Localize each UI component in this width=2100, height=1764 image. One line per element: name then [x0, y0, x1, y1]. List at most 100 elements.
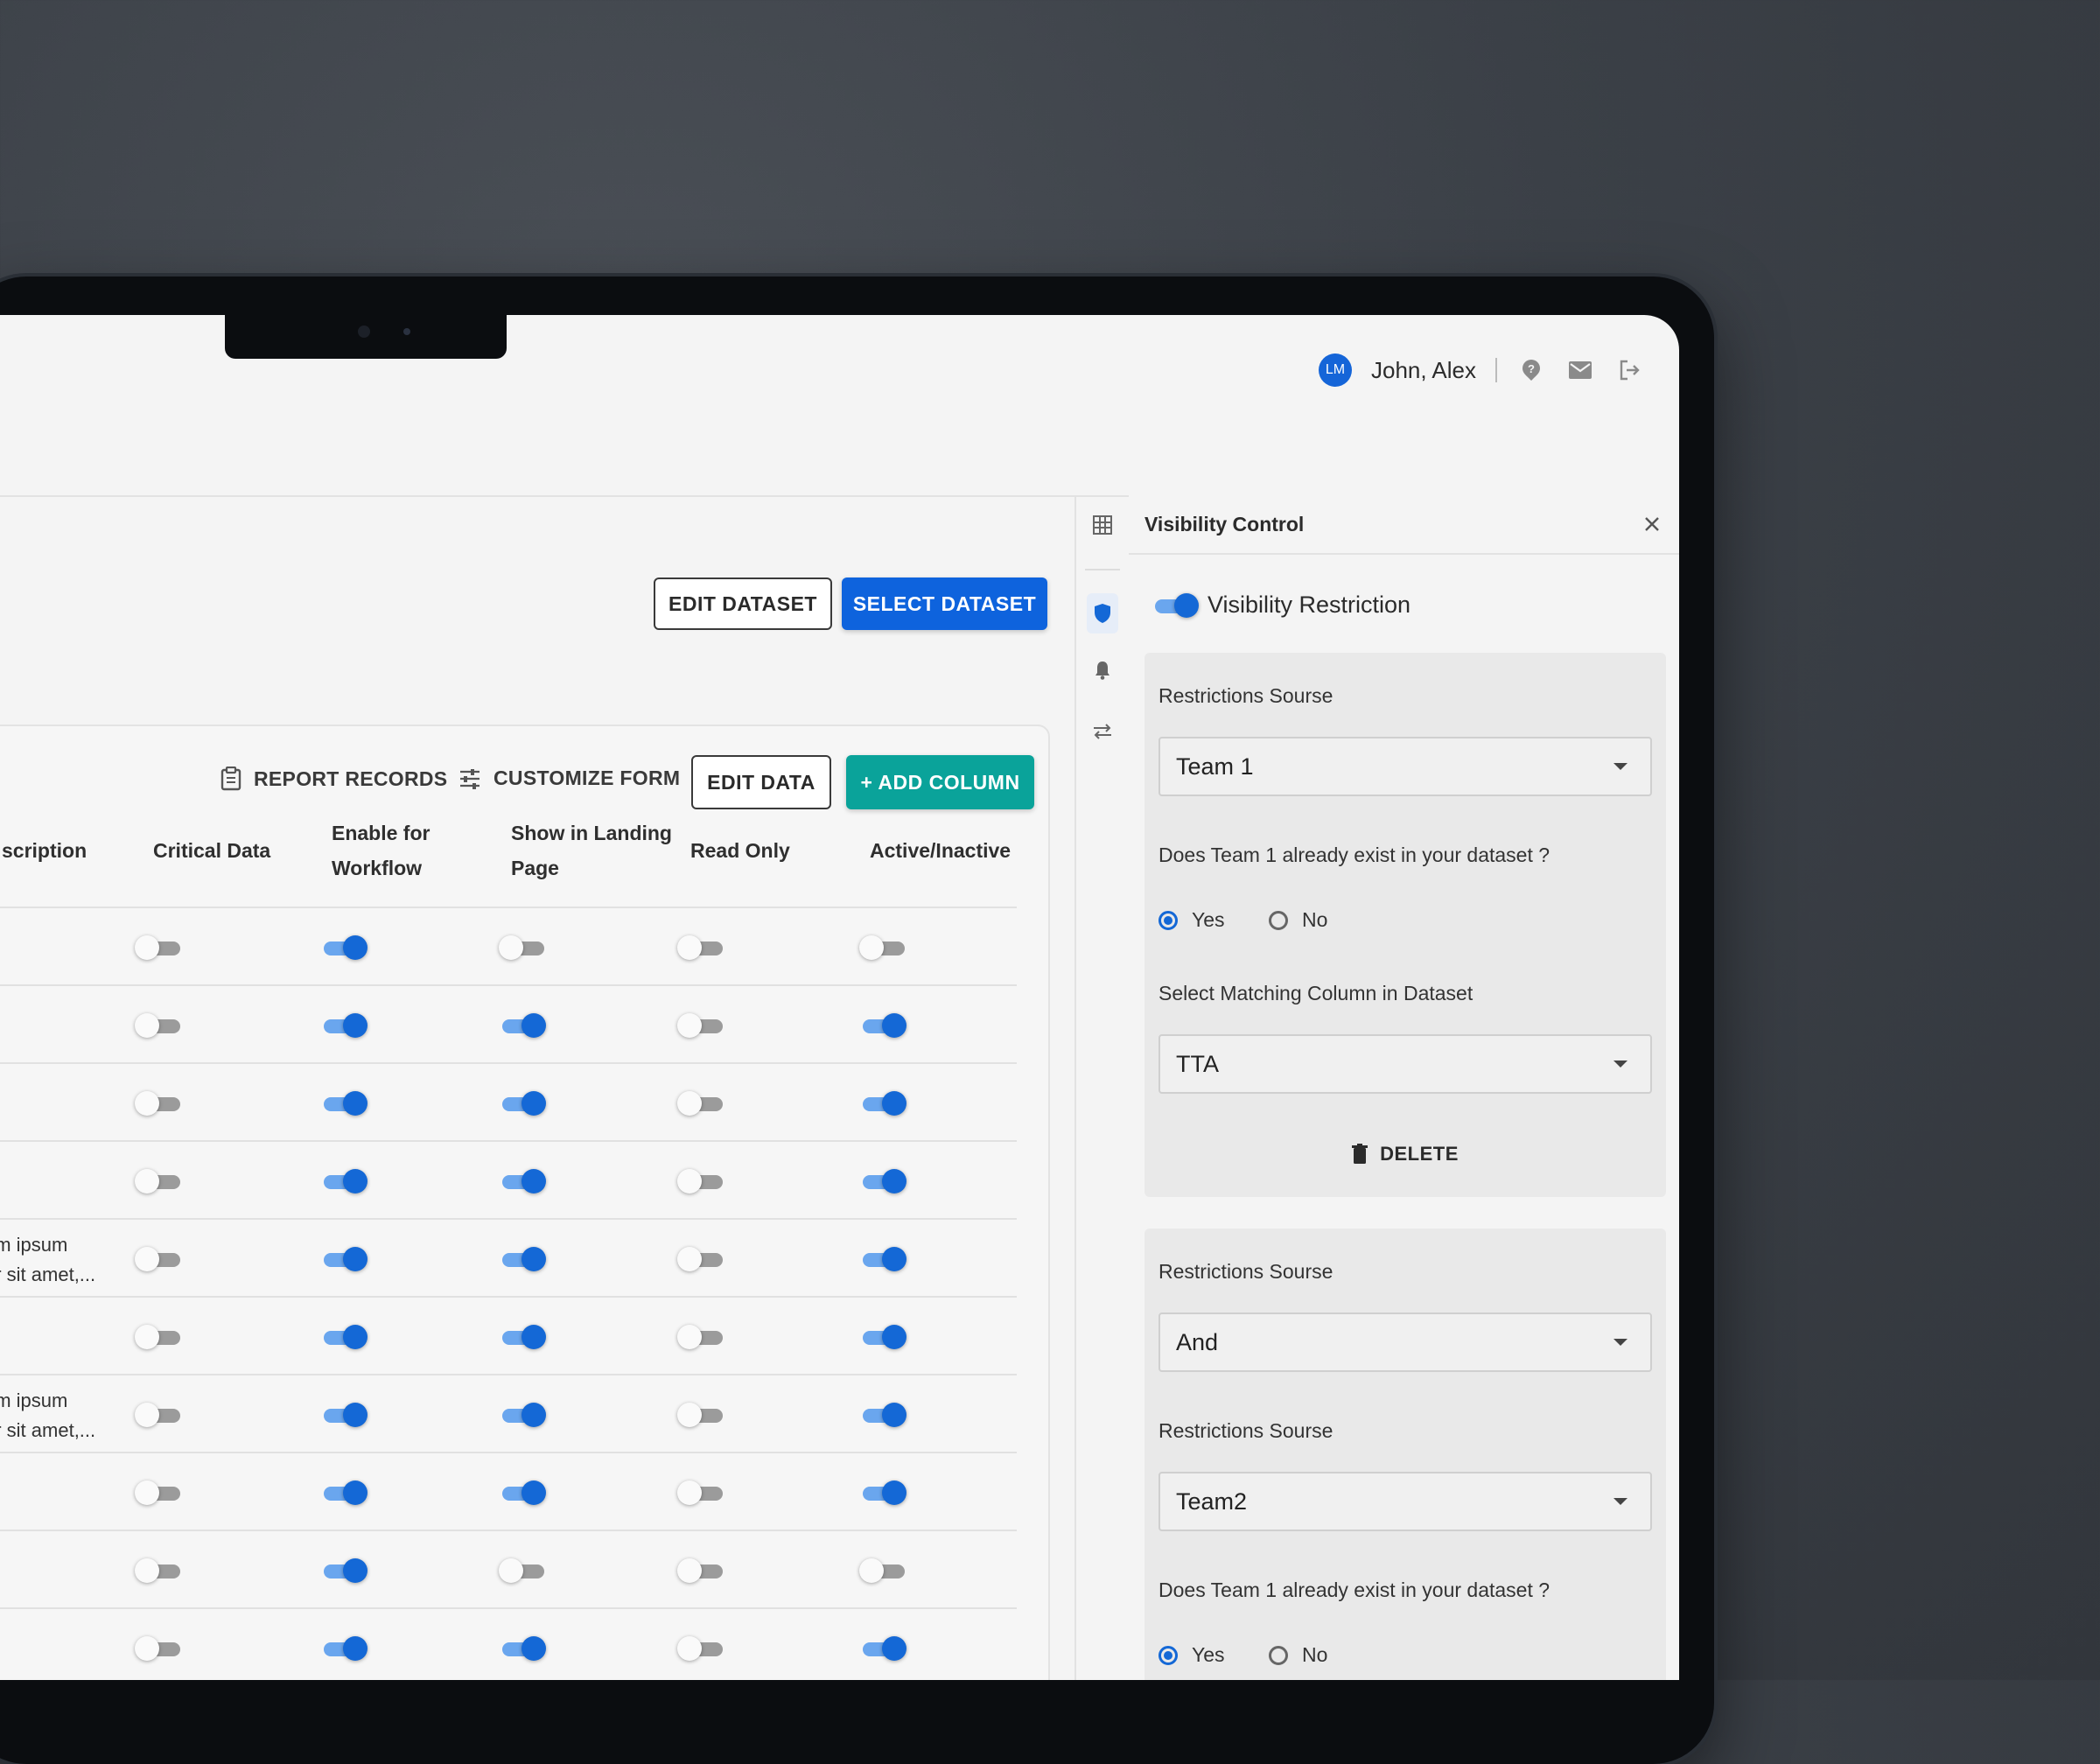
toggle-knob: [522, 1247, 546, 1271]
toggle-active[interactable]: [859, 935, 906, 960]
toggle-readonly[interactable]: [677, 935, 724, 960]
radio-no[interactable]: No: [1269, 908, 1327, 932]
panel-title: Visibility Control: [1144, 512, 1305, 536]
toggle-knob: [677, 935, 702, 960]
toggle-workflow[interactable]: [324, 1403, 368, 1427]
edit-data-button[interactable]: EDIT DATA: [691, 755, 831, 809]
toggle-knob: [677, 1013, 702, 1038]
toggle-readonly[interactable]: [677, 1558, 724, 1583]
toggle-knob: [882, 1169, 906, 1194]
toggle-critical[interactable]: [135, 1558, 182, 1583]
toggle-active[interactable]: [859, 1558, 906, 1583]
toggle-knob: [882, 1013, 906, 1038]
toggle-active[interactable]: [863, 1403, 906, 1427]
toggle-readonly[interactable]: [677, 1480, 724, 1505]
toggle-knob: [522, 1403, 546, 1427]
toggle-knob: [343, 1403, 368, 1427]
toggle-critical[interactable]: [135, 1403, 182, 1427]
toggle-readonly[interactable]: [677, 1403, 724, 1427]
toggle-critical[interactable]: [135, 1480, 182, 1505]
toggle-workflow[interactable]: [324, 1558, 368, 1583]
matching-column-label: Select Matching Column in Dataset: [1158, 982, 1474, 1004]
toggle-landing[interactable]: [499, 935, 546, 960]
report-records-button[interactable]: REPORT RECORDS: [220, 766, 447, 791]
toggle-readonly[interactable]: [677, 1169, 724, 1194]
panel-header: Visibility Control: [1129, 495, 1679, 555]
matching-column-select[interactable]: TTA: [1158, 1034, 1652, 1094]
restrictions-source-select[interactable]: Team 1: [1158, 737, 1652, 796]
customize-form-button[interactable]: CUSTOMIZE FORM: [458, 766, 680, 790]
toggle-landing[interactable]: [502, 1480, 546, 1505]
toggle-landing[interactable]: [499, 1558, 546, 1583]
toggle-readonly[interactable]: [677, 1091, 724, 1116]
toggle-critical[interactable]: [135, 1636, 182, 1661]
toggle-landing[interactable]: [502, 1247, 546, 1271]
toggle-landing[interactable]: [502, 1636, 546, 1661]
toggle-workflow[interactable]: [324, 1091, 368, 1116]
column-header-show-landing: Show in Landing Page: [511, 822, 672, 879]
toggle-critical[interactable]: [135, 1169, 182, 1194]
toggle-knob: [135, 1558, 159, 1583]
toggle-active[interactable]: [863, 1013, 906, 1038]
toggle-active[interactable]: [863, 1480, 906, 1505]
radio-yes-circle-2[interactable]: [1158, 1645, 1178, 1665]
toggle-active[interactable]: [863, 1091, 906, 1116]
toggle-critical[interactable]: [135, 1013, 182, 1038]
toggle-critical[interactable]: [135, 935, 182, 960]
toggle-landing[interactable]: [502, 1325, 546, 1349]
mail-icon[interactable]: [1565, 355, 1595, 385]
toggle-workflow[interactable]: [324, 1013, 368, 1038]
add-column-button[interactable]: + ADD COLUMN: [846, 755, 1034, 809]
toggle-workflow[interactable]: [324, 1325, 368, 1349]
radio-yes-circle[interactable]: [1158, 910, 1178, 930]
toggle-readonly[interactable]: [677, 1013, 724, 1038]
toggle-readonly[interactable]: [677, 1247, 724, 1271]
toggle-knob: [343, 1091, 368, 1116]
toggle-workflow[interactable]: [324, 1636, 368, 1661]
toggle-workflow[interactable]: [324, 1247, 368, 1271]
edit-dataset-button[interactable]: EDIT DATASET: [654, 578, 832, 630]
swap-icon[interactable]: [1087, 716, 1118, 747]
toggle-active[interactable]: [863, 1247, 906, 1271]
select-dataset-button[interactable]: SELECT DATASET: [842, 578, 1047, 630]
radio-no-2[interactable]: No: [1269, 1643, 1327, 1667]
toggle-workflow[interactable]: [324, 935, 368, 960]
toggle-critical[interactable]: [135, 1091, 182, 1116]
toggle-critical[interactable]: [135, 1247, 182, 1271]
toggle-readonly[interactable]: [677, 1325, 724, 1349]
radio-no-circle-2[interactable]: [1269, 1645, 1288, 1665]
avatar[interactable]: LM: [1319, 354, 1353, 387]
toggle-landing[interactable]: [502, 1091, 546, 1116]
toggle-active[interactable]: [863, 1325, 906, 1349]
delete-button[interactable]: DELETE: [1144, 1143, 1666, 1166]
visibility-restriction-toggle[interactable]: [1155, 592, 1199, 618]
restrictions-source-select-2[interactable]: Team2: [1158, 1472, 1652, 1531]
toggle-landing[interactable]: [502, 1013, 546, 1038]
help-icon[interactable]: ?: [1516, 355, 1546, 385]
table-icon[interactable]: [1087, 509, 1118, 541]
radio-no-circle[interactable]: [1269, 910, 1288, 930]
toggle-knob: [343, 1480, 368, 1505]
team-exists-question-2: Does Team 1 already exist in your datase…: [1158, 1578, 1550, 1601]
table-row: [0, 1296, 1017, 1376]
toggle-readonly[interactable]: [677, 1636, 724, 1661]
radio-yes[interactable]: Yes: [1158, 908, 1225, 932]
toggle-active[interactable]: [863, 1169, 906, 1194]
shield-icon[interactable]: [1087, 593, 1118, 634]
toggle-workflow[interactable]: [324, 1169, 368, 1194]
toggle-active[interactable]: [863, 1636, 906, 1661]
chevron-down-icon: [1614, 763, 1628, 770]
bell-icon[interactable]: [1087, 654, 1118, 686]
close-icon[interactable]: [1643, 511, 1661, 539]
toggle-workflow[interactable]: [324, 1480, 368, 1505]
toggle-knob: [882, 1325, 906, 1349]
restrictions-operator-select[interactable]: And: [1158, 1312, 1652, 1372]
toggle-landing[interactable]: [502, 1403, 546, 1427]
toggle-landing[interactable]: [502, 1169, 546, 1194]
trash-icon: [1352, 1144, 1368, 1164]
toggle-critical[interactable]: [135, 1325, 182, 1349]
radio-yes-2[interactable]: Yes: [1158, 1643, 1225, 1667]
logout-icon[interactable]: [1614, 355, 1644, 385]
restriction-block-1: Restrictions Sourse Team 1 Does Team 1 a…: [1144, 653, 1666, 1197]
user-name[interactable]: John, Alex: [1371, 357, 1476, 384]
